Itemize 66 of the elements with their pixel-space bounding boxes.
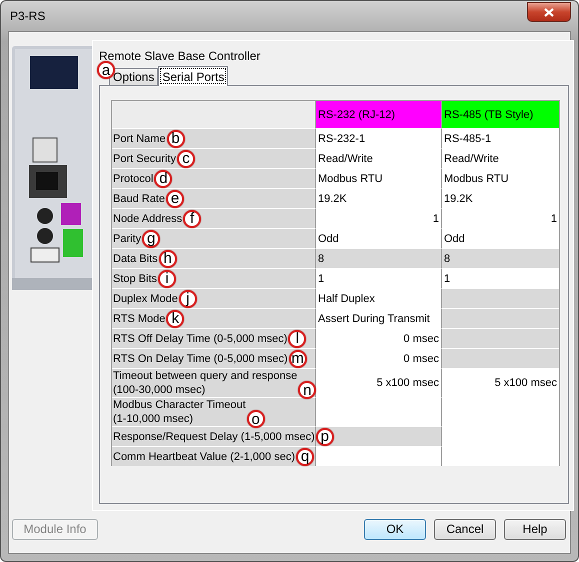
- value-cell[interactable]: Odd: [441, 228, 559, 248]
- callout-marker: g: [142, 230, 160, 248]
- callout-marker: n: [298, 381, 316, 399]
- callout-marker: e: [166, 190, 184, 208]
- property-label: Node Address: [113, 212, 182, 226]
- property-label: RTS On Delay Time (0-5,000 msec): [113, 352, 288, 366]
- property-label: Duplex Mode: [113, 292, 178, 306]
- property-label: Data Bits: [113, 252, 158, 266]
- property-label: Modbus Character Timeout (1-10,000 msec): [113, 398, 246, 426]
- value-cell[interactable]: 5 x100 msec: [441, 368, 559, 397]
- callout-marker: k: [166, 310, 184, 328]
- value-cell[interactable]: [441, 446, 559, 466]
- property-label: Parity: [113, 232, 142, 246]
- property-label: Baud Rate: [113, 192, 165, 206]
- property-label: Stop Bits: [113, 272, 158, 286]
- value-cell[interactable]: [315, 397, 441, 426]
- callout-marker: b: [166, 130, 185, 148]
- value-cell[interactable]: 19.2K: [441, 188, 559, 208]
- callout-marker: h: [158, 250, 177, 268]
- property-label: RTS Mode: [113, 312, 166, 326]
- property-label: Port Security: [113, 152, 176, 166]
- value-cell[interactable]: 19.2K: [315, 188, 441, 208]
- property-label: Timeout between query and response (100-30,000 msec): [113, 369, 298, 397]
- column-header: RS-232 (RJ-12): [315, 101, 441, 128]
- property-label: Port Name: [113, 132, 166, 146]
- tab[interactable]: Options: [109, 68, 158, 85]
- value-cell[interactable]: RS-232-1: [315, 128, 441, 148]
- value-cell[interactable]: 0 msec: [315, 348, 441, 368]
- property-label: RTS Off Delay Time (0-5,000 msec): [113, 332, 288, 346]
- value-cell[interactable]: 1: [315, 268, 441, 288]
- callout-marker: a: [97, 61, 115, 79]
- value-cell[interactable]: 0 msec: [315, 328, 441, 348]
- value-cell[interactable]: Read/Write: [441, 148, 559, 168]
- value-cell[interactable]: Modbus RTU: [441, 168, 559, 188]
- value-cell[interactable]: Assert During Transmit: [315, 308, 441, 328]
- value-cell[interactable]: 1: [315, 208, 441, 228]
- value-cell[interactable]: Odd: [315, 228, 441, 248]
- property-label: Response/Request Delay (1-5,000 msec): [113, 430, 315, 444]
- column-header: RS-485 (TB Style): [441, 101, 559, 128]
- dialog-button[interactable]: OK: [364, 518, 426, 540]
- value-cell[interactable]: Half Duplex: [315, 288, 441, 308]
- panel-heading: Remote Slave Base Controller: [99, 49, 262, 63]
- value-cell[interactable]: 1: [441, 208, 559, 228]
- close-icon: [544, 8, 554, 16]
- callout-marker: m: [288, 350, 307, 368]
- tab[interactable]: Serial Ports: [158, 66, 228, 86]
- callout-marker: i: [158, 270, 176, 288]
- value-cell[interactable]: [315, 446, 441, 466]
- close-button[interactable]: [527, 2, 571, 22]
- property-label: Protocol: [113, 172, 154, 186]
- dialog-button[interactable]: Help: [504, 518, 566, 540]
- property-label: Comm Heartbeat Value (2-1,000 sec): [113, 450, 295, 464]
- callout-marker: l: [288, 330, 306, 348]
- value-cell[interactable]: 1: [441, 268, 559, 288]
- value-cell[interactable]: Modbus RTU: [315, 168, 441, 188]
- callout-marker: j: [178, 290, 197, 308]
- callout-marker: o: [246, 410, 265, 428]
- value-cell[interactable]: Read/Write: [315, 148, 441, 168]
- dialog-button[interactable]: Cancel: [434, 518, 496, 540]
- callout-marker: f: [183, 210, 202, 228]
- callout-marker: d: [154, 170, 172, 188]
- callout-marker: q: [296, 448, 314, 466]
- callout-marker: c: [176, 150, 195, 168]
- value-cell[interactable]: RS-485-1: [441, 128, 559, 148]
- window-title: P3-RS: [9, 9, 46, 23]
- value-cell[interactable]: 5 x100 msec: [315, 368, 441, 397]
